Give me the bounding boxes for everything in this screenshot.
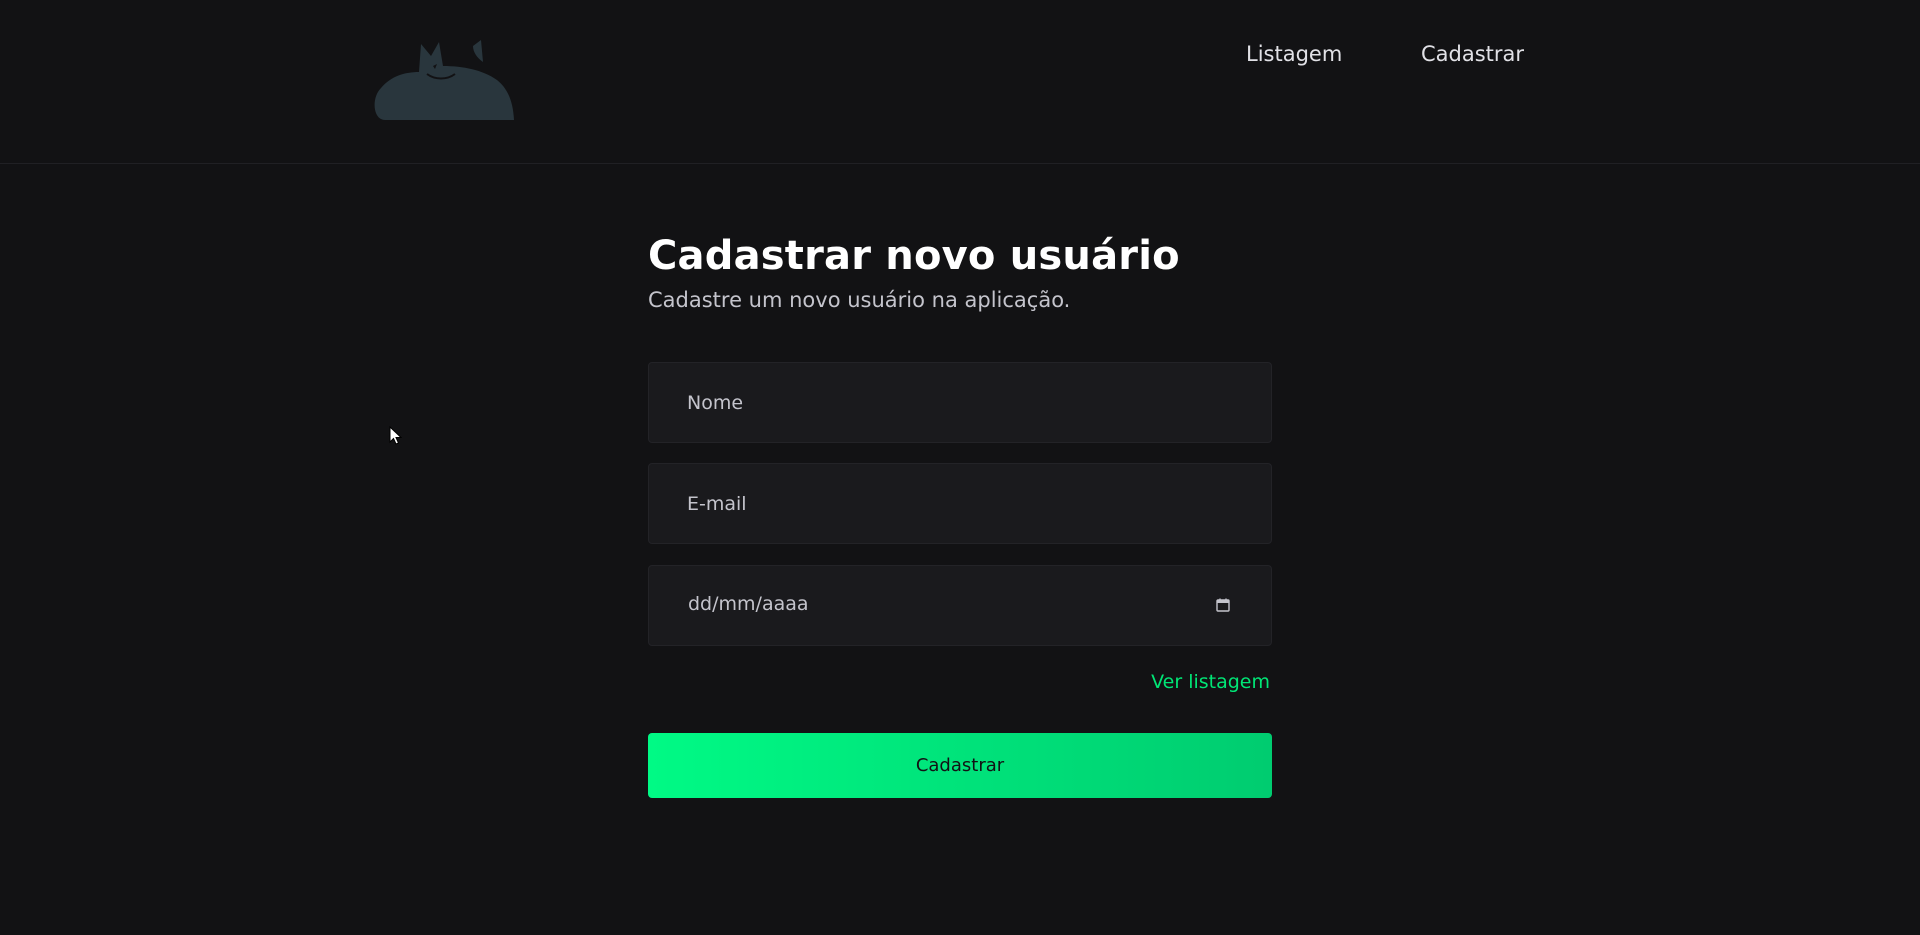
date-placeholder: dd/mm/aaaa <box>688 593 809 615</box>
name-field-container <box>648 362 1272 443</box>
submit-button[interactable]: Cadastrar <box>648 733 1272 798</box>
nav-link-cadastrar[interactable]: Cadastrar <box>1421 42 1524 66</box>
email-input[interactable] <box>649 464 1271 543</box>
header: Listagem Cadastrar <box>0 0 1920 164</box>
page-subtitle: Cadastre um novo usuário na aplicação. <box>648 288 1071 312</box>
name-input[interactable] <box>649 363 1271 442</box>
cat-logo-icon[interactable] <box>373 36 514 123</box>
calendar-icon[interactable] <box>1216 598 1230 612</box>
nav-link-listagem[interactable]: Listagem <box>1246 42 1342 66</box>
email-field-container <box>648 463 1272 544</box>
page-title: Cadastrar novo usuário <box>648 233 1180 279</box>
view-list-link[interactable]: Ver listagem <box>1151 671 1270 693</box>
mouse-cursor-icon <box>389 426 403 445</box>
main-content: Cadastrar novo usuário Cadastre um novo … <box>648 228 1272 798</box>
date-field[interactable]: dd/mm/aaaa <box>648 565 1272 646</box>
